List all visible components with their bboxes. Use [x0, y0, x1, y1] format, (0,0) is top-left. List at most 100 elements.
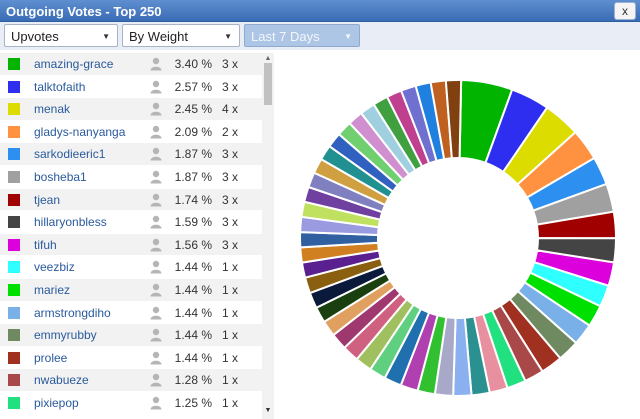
color-swatch: [8, 283, 20, 296]
vote-count: 1 x: [222, 305, 239, 320]
user-icon[interactable]: [150, 351, 162, 365]
list-item[interactable]: veezbiz 1.44 % 1 x: [0, 256, 262, 279]
vote-count: 4 x: [222, 102, 239, 117]
color-swatch: [8, 396, 20, 409]
list-item[interactable]: menak 2.45 % 4 x: [0, 98, 262, 121]
user-icon[interactable]: [150, 80, 162, 94]
user-icon[interactable]: [150, 170, 162, 184]
color-swatch: [8, 125, 20, 138]
sort-dropdown[interactable]: By Weight ▼: [122, 24, 240, 47]
vote-count: 1 x: [222, 260, 239, 275]
vote-count: 1 x: [222, 328, 239, 343]
chevron-down-icon: ▼: [344, 32, 352, 41]
vote-percent: 1.44 %: [174, 282, 212, 297]
vote-count: 3 x: [222, 192, 239, 207]
voter-list: amazing-grace 3.40 % 3 x talktofaith 2.57 % 3…: [0, 53, 262, 419]
vote-count: 3 x: [222, 169, 239, 184]
vote-count: 1 x: [222, 395, 239, 410]
voter-name-link[interactable]: prolee: [34, 351, 67, 365]
close-button[interactable]: x: [614, 2, 636, 20]
color-swatch: [8, 306, 20, 319]
list-item[interactable]: mariez 1.44 % 1 x: [0, 278, 262, 302]
list-item[interactable]: prolee 1.44 % 1 x: [0, 346, 262, 370]
voter-name-link[interactable]: armstrongdiho: [34, 306, 111, 320]
scroll-down-arrow-icon[interactable]: ▼: [262, 407, 274, 415]
voter-name-link[interactable]: pixiepop: [34, 396, 79, 410]
list-item[interactable]: sarkodieeric1 1.87 % 3 x: [0, 143, 262, 166]
vote-count: 3 x: [222, 79, 239, 94]
list-item[interactable]: talktofaith 2.57 % 3 x: [0, 75, 262, 99]
user-icon[interactable]: [150, 57, 162, 71]
user-icon[interactable]: [150, 215, 162, 229]
voter-name-link[interactable]: veezbiz: [34, 260, 75, 274]
color-swatch: [8, 216, 20, 229]
list-item[interactable]: tjean 1.74 % 3 x: [0, 188, 262, 212]
list-item[interactable]: amazing-grace 3.40 % 3 x: [0, 53, 262, 76]
user-icon[interactable]: [150, 373, 162, 387]
vote-count: 1 x: [222, 282, 239, 297]
voter-name-link[interactable]: tjean: [34, 193, 60, 207]
color-swatch: [8, 103, 20, 116]
user-icon[interactable]: [150, 396, 162, 410]
vote-count: 3 x: [222, 147, 239, 162]
user-icon[interactable]: [150, 306, 162, 320]
list-item[interactable]: pixiepop 1.25 % 1 x: [0, 391, 262, 415]
vote-count: 1 x: [222, 373, 239, 388]
scroll-up-arrow-icon[interactable]: ▲: [262, 55, 274, 63]
list-scrollbar[interactable]: ▲ ▼: [262, 53, 274, 419]
voter-name-link[interactable]: tifuh: [34, 238, 57, 252]
user-icon[interactable]: [150, 147, 162, 161]
list-item[interactable]: nwabueze 1.28 % 1 x: [0, 369, 262, 392]
vote-percent: 1.74 %: [174, 192, 212, 207]
color-swatch: [8, 58, 20, 70]
list-item[interactable]: tifuh 1.56 % 3 x: [0, 233, 262, 257]
list-item[interactable]: hillaryonbless 1.59 % 3 x: [0, 211, 262, 234]
user-icon[interactable]: [150, 260, 162, 274]
color-swatch: [8, 193, 20, 206]
voter-name-link[interactable]: menak: [34, 102, 70, 116]
color-swatch: [8, 170, 20, 183]
color-swatch: [8, 329, 20, 342]
vote-count: 1 x: [222, 350, 239, 365]
voter-name-link[interactable]: sarkodieeric1: [34, 147, 105, 161]
color-swatch: [8, 261, 20, 274]
vote-count: 3 x: [222, 57, 239, 71]
vote-percent: 1.25 %: [174, 395, 212, 410]
user-icon[interactable]: [150, 238, 162, 252]
voter-name-link[interactable]: bosheba1: [34, 170, 87, 184]
user-icon[interactable]: [150, 283, 162, 297]
vote-percent: 1.59 %: [174, 215, 212, 230]
vote-percent: 1.28 %: [174, 373, 212, 388]
vote-count: 2 x: [222, 124, 239, 139]
chevron-down-icon: ▼: [102, 32, 110, 41]
color-swatch: [8, 148, 20, 161]
filter-toolbar: Upvotes ▼ By Weight ▼ Last 7 Days ▼: [0, 22, 640, 50]
voter-name-link[interactable]: talktofaith: [34, 80, 85, 94]
list-item[interactable]: emmyrubby 1.44 % 1 x: [0, 324, 262, 347]
voter-name-link[interactable]: mariez: [34, 283, 70, 297]
vote-count: 3 x: [222, 237, 239, 252]
user-icon[interactable]: [150, 102, 162, 116]
user-icon[interactable]: [150, 328, 162, 342]
voter-name-link[interactable]: gladys-nanyanga: [34, 125, 125, 139]
user-icon[interactable]: [150, 193, 162, 207]
period-value: Last 7 Days: [251, 29, 320, 44]
color-swatch: [8, 351, 20, 364]
list-item[interactable]: armstrongdiho 1.44 % 1 x: [0, 301, 262, 325]
voter-name-link[interactable]: amazing-grace: [34, 57, 113, 71]
votes-donut-chart: [276, 53, 640, 419]
color-swatch: [8, 80, 20, 93]
vote-type-dropdown[interactable]: Upvotes ▼: [4, 24, 118, 47]
sort-value: By Weight: [129, 29, 189, 44]
list-item[interactable]: gladys-nanyanga 2.09 % 2 x: [0, 120, 262, 144]
list-item[interactable]: bosheba1 1.87 % 3 x: [0, 165, 262, 189]
color-swatch: [8, 374, 20, 387]
scroll-thumb[interactable]: [264, 63, 272, 105]
voter-name-link[interactable]: nwabueze: [34, 373, 89, 387]
voter-name-link[interactable]: emmyrubby: [34, 328, 97, 342]
vote-percent: 1.56 %: [174, 237, 212, 252]
user-icon[interactable]: [150, 125, 162, 139]
color-swatch: [8, 238, 20, 251]
vote-percent: 2.45 %: [174, 102, 212, 117]
voter-name-link[interactable]: hillaryonbless: [34, 215, 107, 229]
